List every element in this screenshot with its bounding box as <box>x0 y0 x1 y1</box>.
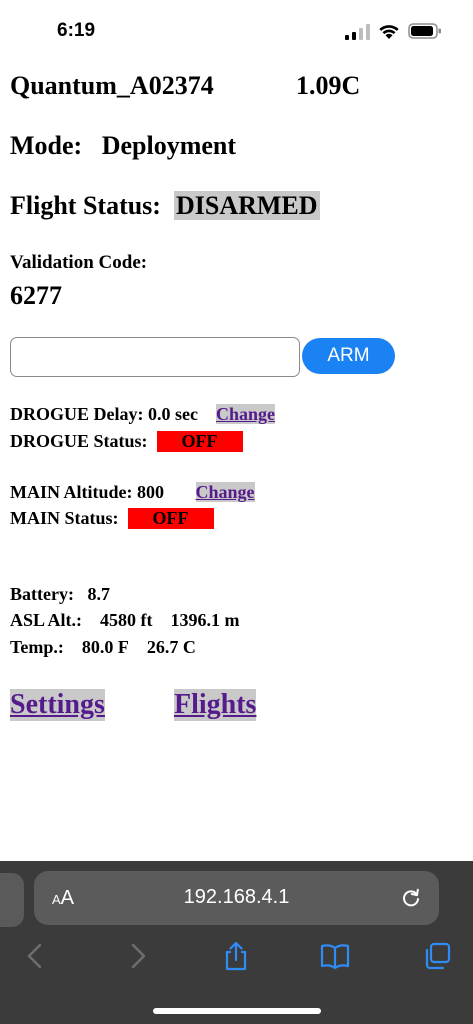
url-text[interactable]: 192.168.4.1 <box>34 886 439 909</box>
firmware-version: 1.09C <box>296 71 361 100</box>
previous-tab-preview[interactable] <box>0 873 24 927</box>
drogue-delay-label: DROGUE Delay: 0.0 sec <box>10 404 198 424</box>
mode-row: Mode: Deployment <box>10 131 236 161</box>
validation-code-input[interactable] <box>10 337 300 377</box>
mode-value: Deployment <box>101 131 237 160</box>
flight-status-row: Flight Status: DISARMED <box>10 191 320 221</box>
drogue-change-link[interactable]: Change <box>215 404 275 424</box>
validation-code-label: Validation Code: <box>10 252 148 273</box>
temperature-row: Temp.: 80.0 F 26.7 C <box>10 637 196 658</box>
flight-status-value: DISARMED <box>173 191 320 220</box>
asl-meters: 1396.1 m <box>170 610 240 630</box>
drogue-status-row: DROGUE Status: OFF <box>10 431 243 452</box>
asl-altitude-row: ASL Alt.: 4580 ft 1396.1 m <box>10 610 240 631</box>
wifi-icon <box>379 25 399 39</box>
temp-fahrenheit: 80.0 F <box>81 637 129 657</box>
reload-icon[interactable] <box>401 888 421 908</box>
home-indicator[interactable] <box>153 1008 321 1014</box>
drogue-status-badge: OFF <box>156 431 243 452</box>
forward-icon[interactable] <box>122 941 152 971</box>
bookmarks-icon[interactable] <box>320 941 350 971</box>
address-bar[interactable]: AA 192.168.4.1 <box>34 871 439 925</box>
main-altitude-row: MAIN Altitude: 800 Change <box>10 482 255 503</box>
main-status-label: MAIN Status: <box>10 508 119 528</box>
cellular-signal-icon <box>345 24 370 40</box>
flights-link[interactable]: Flights <box>174 689 257 721</box>
main-altitude-label: MAIN Altitude: 800 <box>10 482 164 502</box>
asl-label: ASL Alt.: <box>10 610 83 630</box>
status-bar: 6:19 <box>0 0 473 60</box>
drogue-delay-row: DROGUE Delay: 0.0 sec Change <box>10 404 275 425</box>
main-change-link[interactable]: Change <box>195 482 255 502</box>
battery-label: Battery: <box>10 584 74 604</box>
device-name: Quantum_A02374 <box>10 71 214 100</box>
temp-celsius: 26.7 C <box>146 637 196 657</box>
back-icon[interactable] <box>21 941 51 971</box>
mode-label: Mode: <box>10 131 83 160</box>
arm-button[interactable]: ARM <box>302 338 395 374</box>
main-status-badge: OFF <box>127 508 214 529</box>
browser-toolbar: AA 192.168.4.1 <box>0 861 473 1024</box>
settings-link[interactable]: Settings <box>10 689 105 721</box>
clock: 6:19 <box>57 20 96 41</box>
validation-code: 6277 <box>10 281 62 310</box>
temp-label: Temp.: <box>10 637 64 657</box>
share-icon[interactable] <box>221 941 251 971</box>
battery-row: Battery: 8.7 <box>10 584 110 605</box>
asl-feet: 4580 ft <box>100 610 153 630</box>
battery-icon <box>408 23 441 39</box>
flight-status-label: Flight Status: <box>10 191 161 220</box>
drogue-status-label: DROGUE Status: <box>10 431 148 451</box>
main-status-row: MAIN Status: OFF <box>10 508 214 529</box>
tabs-icon[interactable] <box>422 941 452 971</box>
battery-value: 8.7 <box>87 584 110 604</box>
